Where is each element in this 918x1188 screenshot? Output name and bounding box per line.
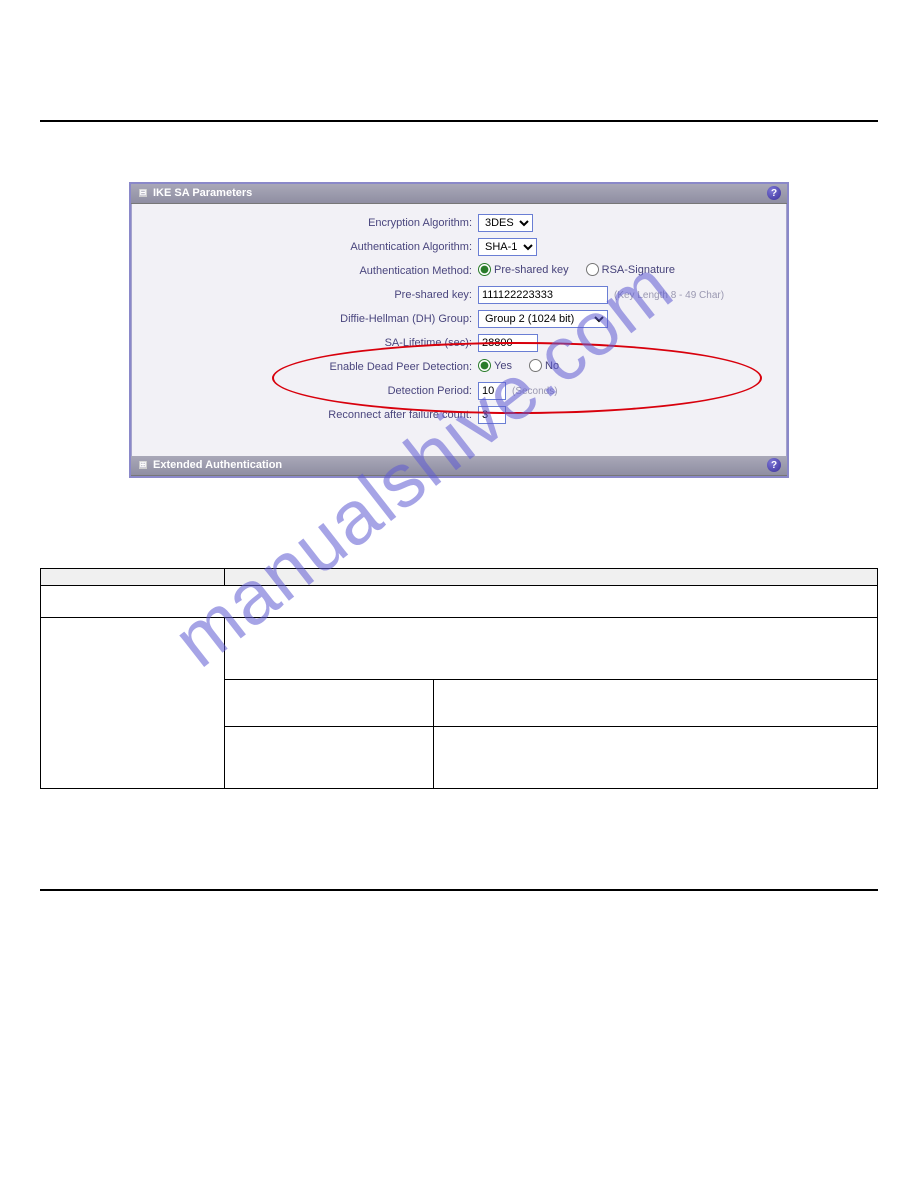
reconnect-count-input[interactable] [478, 406, 506, 424]
section-title-1: IKE SA Parameters [153, 187, 252, 199]
dpd-no-radio-label: No [545, 360, 559, 372]
authentication-algorithm-select[interactable]: SHA-1 [478, 238, 537, 256]
pre-shared-key-radio[interactable]: Pre-shared key [478, 263, 569, 276]
pre-shared-key-input[interactable] [478, 286, 608, 304]
encryption-algorithm-label: Encryption Algorithm: [142, 217, 472, 229]
dpd-no-radio[interactable]: No [529, 359, 559, 372]
sa-lifetime-label: SA-Lifetime (sec): [142, 337, 472, 349]
help-icon[interactable]: ? [767, 186, 781, 200]
rsa-signature-radio[interactable]: RSA-Signature [586, 263, 675, 276]
pre-shared-key-hint: (Key Length 8 - 49 Char) [614, 290, 724, 301]
dh-group-select[interactable]: Group 2 (1024 bit) [478, 310, 608, 328]
encryption-algorithm-select[interactable]: 3DES [478, 214, 533, 232]
table-cell [225, 680, 434, 727]
pre-shared-key-radio-label: Pre-shared key [494, 264, 569, 276]
settings-panel: ⊟ IKE SA Parameters ? Encryption Algorit… [129, 182, 789, 478]
pre-shared-key-radio-input[interactable] [478, 263, 491, 276]
dpd-yes-radio-input[interactable] [478, 359, 491, 372]
detection-period-hint: (Seconds) [512, 386, 558, 397]
ike-sa-parameters-body: Encryption Algorithm: 3DES Authenticatio… [131, 204, 787, 438]
section-gap [131, 438, 787, 456]
table-header-2 [225, 569, 878, 586]
rsa-signature-radio-input[interactable] [586, 263, 599, 276]
sa-lifetime-input[interactable] [478, 334, 538, 352]
authentication-method-label: Authentication Method: [142, 265, 472, 277]
extended-authentication-header[interactable]: ⊞ Extended Authentication ? [131, 456, 787, 476]
table-cell [225, 727, 434, 789]
table-cell [225, 618, 878, 680]
table-row [41, 618, 878, 680]
section-title-2: Extended Authentication [153, 459, 282, 471]
spec-table [40, 568, 878, 789]
rsa-signature-radio-label: RSA-Signature [602, 264, 675, 276]
detection-period-label: Detection Period: [142, 385, 472, 397]
collapse-icon[interactable]: ⊟ [139, 189, 147, 197]
table-header-row [41, 569, 878, 586]
dpd-enable-label: Enable Dead Peer Detection: [142, 361, 472, 373]
pre-shared-key-label: Pre-shared key: [142, 289, 472, 301]
table-row [41, 586, 878, 618]
help-icon[interactable]: ? [767, 458, 781, 472]
table-cell [41, 618, 225, 789]
table-header-1 [41, 569, 225, 586]
table-cell [434, 680, 878, 727]
table-cell [41, 586, 878, 618]
reconnect-count-label: Reconnect after failure count: [142, 409, 472, 421]
dpd-no-radio-input[interactable] [529, 359, 542, 372]
authentication-algorithm-label: Authentication Algorithm: [142, 241, 472, 253]
ike-sa-parameters-header[interactable]: ⊟ IKE SA Parameters ? [131, 184, 787, 204]
table-cell [434, 727, 878, 789]
dh-group-label: Diffie-Hellman (DH) Group: [142, 313, 472, 325]
dpd-yes-radio[interactable]: Yes [478, 359, 512, 372]
dpd-yes-radio-label: Yes [494, 360, 512, 372]
detection-period-input[interactable] [478, 382, 506, 400]
expand-icon[interactable]: ⊞ [139, 461, 147, 469]
